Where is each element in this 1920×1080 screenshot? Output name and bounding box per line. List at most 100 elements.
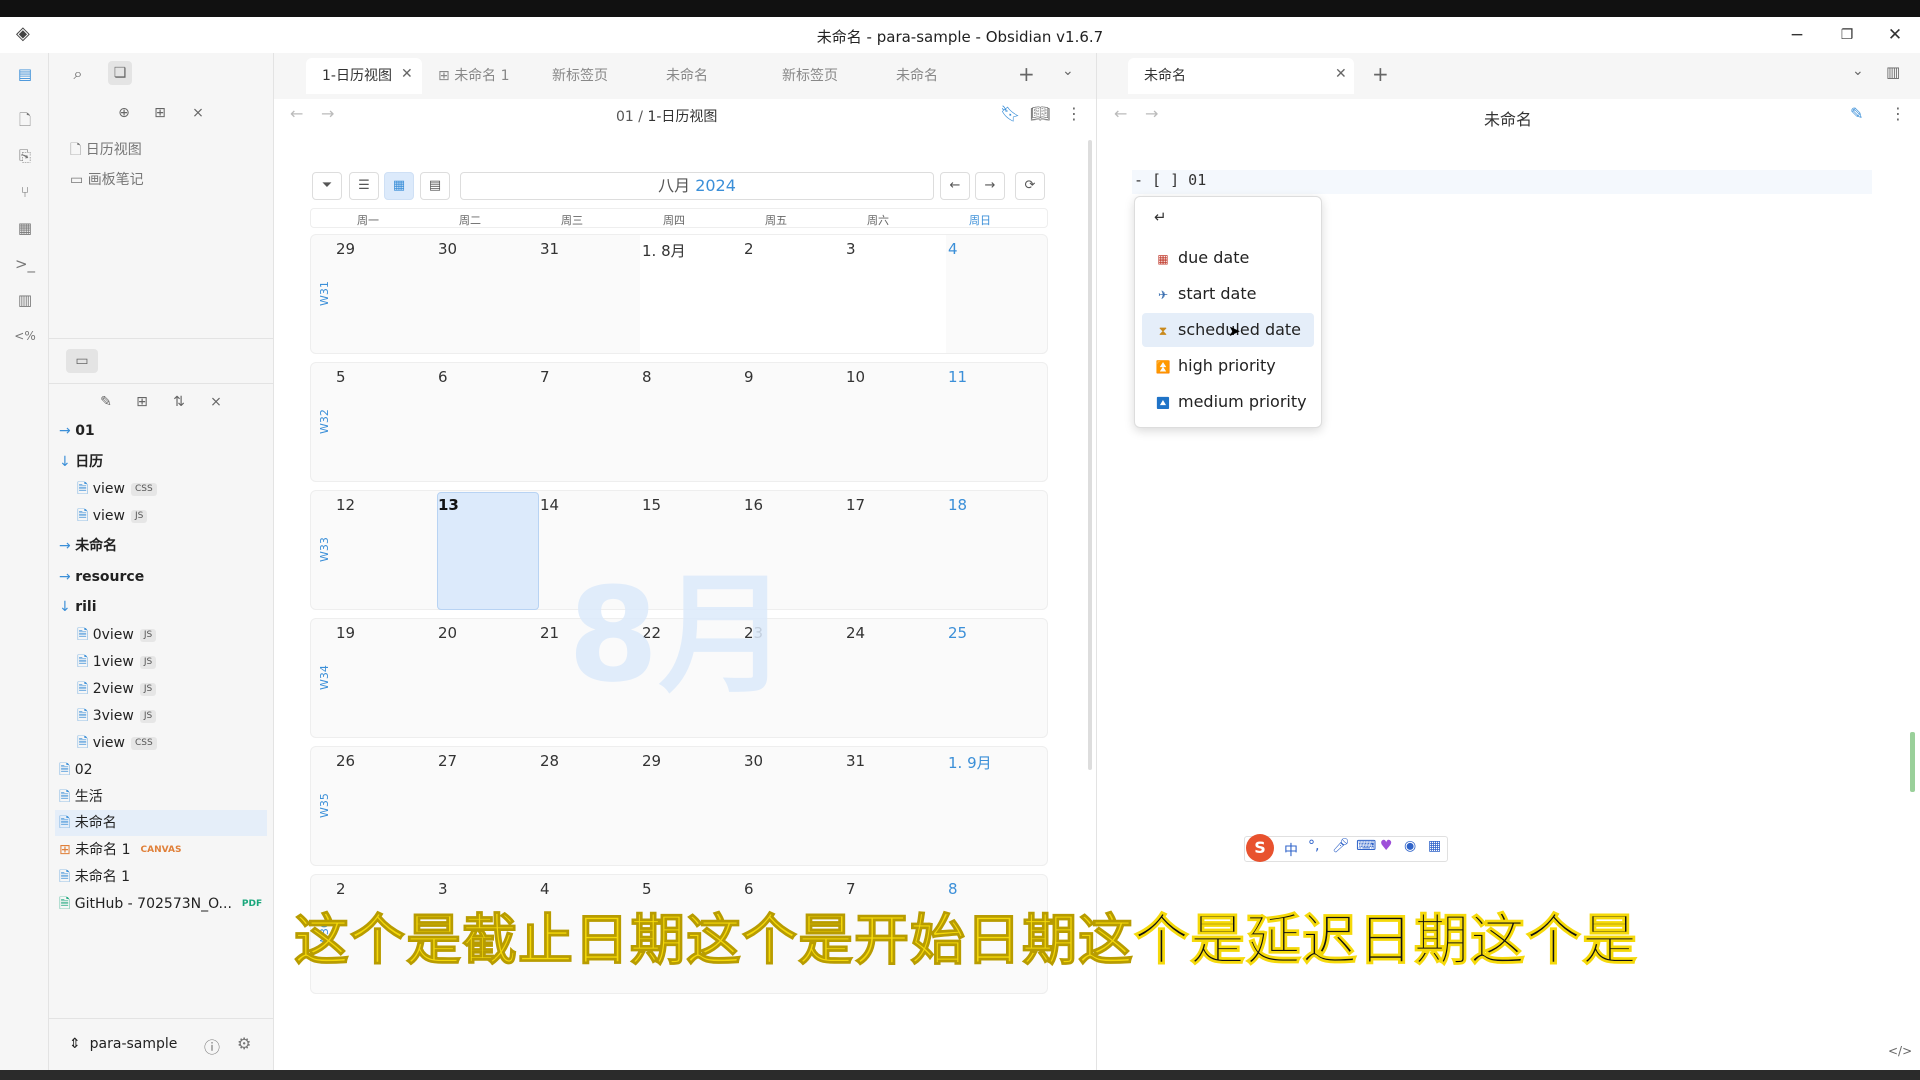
collapse-all-icon[interactable]: ⨯ [204,390,228,414]
tab-list-chevron-icon[interactable]: ⌄ [1852,63,1864,79]
suggest-item[interactable]: ✈ start date [1142,277,1314,311]
search-icon[interactable]: ⌕ [66,62,90,86]
more-options-icon[interactable]: ⋮ [1890,104,1906,123]
day-cell[interactable]: 24 [846,624,865,642]
day-cell[interactable]: 17 [846,496,865,514]
file-tree-item[interactable]: → resource [59,564,144,590]
day-cell[interactable]: 7 [540,368,550,386]
restore-button[interactable]: ❐ [1830,22,1864,48]
tab-2[interactable]: ⊞ 未命名 1 [422,58,536,94]
list-view-icon[interactable]: ☰ [349,172,379,200]
prev-month-arrow-icon[interactable]: ← [940,172,970,200]
day-cell[interactable]: 30 [438,240,457,258]
bookmark-icon[interactable]: 🔖︎ [1000,104,1020,123]
file-tree-item[interactable]: 🗎︎ view CSS [77,476,157,502]
forward-arrow-icon[interactable]: → [321,104,334,123]
file-tree-item[interactable]: 🗎︎ GitHub - 702573N_O... PDF [59,891,266,917]
new-folder-icon[interactable]: ⊞ [130,390,154,414]
suggest-item[interactable]: 🔼︎ medium priority [1142,385,1314,419]
forward-arrow-icon[interactable]: → [1145,104,1158,123]
suggest-item[interactable]: ⏫ high priority [1142,349,1314,383]
tab-4[interactable]: 未命名 [650,58,766,94]
edit-pencil-icon[interactable]: ✎ [1850,104,1863,123]
new-note-icon[interactable]: 🗋 [14,109,36,131]
day-cell[interactable]: 9 [744,368,754,386]
day-cell[interactable]: 19 [336,624,355,642]
breadcrumb-file[interactable]: 1-日历视图 [647,109,717,125]
day-cell[interactable]: 21 [540,624,559,642]
scrollbar[interactable] [1088,140,1092,770]
new-note-icon[interactable]: ✎ [94,390,118,414]
day-cell[interactable]: 15 [642,496,661,514]
week-view-icon[interactable]: ▤ [420,172,450,200]
help-icon[interactable]: ⓘ [204,1034,220,1058]
sogou-logo-icon[interactable]: S [1246,834,1274,862]
new-tab-plus-icon[interactable]: + [1018,62,1035,86]
file-tree-item[interactable]: 🗎︎ 3view JS [77,703,157,729]
day-cell[interactable]: 31 [540,240,559,258]
command-palette-icon[interactable]: >_ [14,253,36,275]
day-cell[interactable]: 8 [642,368,652,386]
day-cell[interactable]: 14 [540,496,559,514]
day-cell[interactable]: 20 [438,624,457,642]
vault-switcher[interactable]: ⇕ para-sample [69,1036,177,1052]
file-tree-item[interactable]: 🗎︎ 生活 [59,784,103,810]
breadcrumb-folder[interactable]: 01 [616,109,634,125]
new-bookmark-group-icon[interactable]: ⊞ [148,101,172,125]
tab-3[interactable]: 新标签页 [536,58,650,94]
file-tree-item[interactable]: 🗎︎ view CSS [77,730,157,756]
day-cell[interactable]: 11 [948,368,967,386]
day-cell[interactable]: 3 [846,240,856,258]
day-cell[interactable]: 16 [744,496,763,514]
day-cell[interactable]: 4 [948,240,958,258]
note-title[interactable]: 未命名 [1484,106,1532,130]
sidebar-toggle-icon[interactable]: ▤ [14,63,36,85]
tab-list-chevron-icon[interactable]: ⌄ [1062,63,1074,79]
file-tree-item[interactable]: 🗎︎ 0view JS [77,622,157,648]
source-code-icon[interactable]: </> [1888,1044,1912,1058]
day-cell[interactable]: 5 [336,368,346,386]
day-cell[interactable]: 10 [846,368,865,386]
day-cell[interactable]: 2 [744,240,754,258]
day-cell[interactable]: 1. 9月 [948,752,992,773]
day-cell[interactable]: 13 [438,496,459,514]
add-bookmark-icon[interactable]: ⊕ [112,101,136,125]
file-tree-item[interactable]: ↓ rili [59,594,97,620]
minimize-button[interactable]: − [1780,22,1814,48]
day-cell[interactable]: 27 [438,752,457,770]
next-month-arrow-icon[interactable]: → [975,172,1005,200]
file-tree-item[interactable]: ↓ 日历 [59,449,103,475]
templater-icon[interactable]: <% [14,325,36,347]
file-tree-item[interactable]: ⊞ 未命名 1 CANVAS [59,837,185,863]
settings-gear-icon[interactable]: ⚙ [237,1034,251,1053]
file-tree-item[interactable]: 🗎︎ view JS [77,503,148,529]
day-cell[interactable]: 25 [948,624,967,642]
suggest-item[interactable]: ▦ due date [1142,241,1314,275]
files-tab-icon[interactable]: ▭ [66,349,98,373]
ime-lang-toggle[interactable]: 中 [1284,840,1298,860]
bookmark-item[interactable]: ▭ 画板笔记 [70,169,144,189]
tab-right-active[interactable]: 未命名 [1128,58,1354,94]
day-cell[interactable]: 29 [642,752,661,770]
close-tab-icon[interactable]: ✕ [401,66,413,82]
ime-punct-icon[interactable]: °, [1308,838,1319,854]
day-cell[interactable]: 29 [336,240,355,258]
back-arrow-icon[interactable]: ← [290,104,303,123]
day-cell[interactable]: 18 [948,496,967,514]
file-tree-item[interactable]: 🗎︎ 未命名 1 [59,864,130,890]
day-cell[interactable]: 12 [336,496,355,514]
tab-5[interactable]: 新标签页 [766,58,880,94]
day-cell[interactable]: 28 [540,752,559,770]
ime-mic-icon[interactable]: 🎤︎ [1332,838,1350,854]
month-view-icon[interactable]: ▦ [384,172,414,200]
more-options-icon[interactable]: ⋮ [1066,104,1082,123]
ime-skin-icon[interactable]: ♥ [1380,838,1393,854]
bookmark-tab-icon[interactable]: ❏ [108,61,132,85]
right-sidebar-toggle-icon[interactable]: ▥ [1886,63,1900,81]
day-cell[interactable]: 26 [336,752,355,770]
month-year-label[interactable]: 八月 2024 [460,172,934,200]
close-tab-icon[interactable]: ✕ [1335,66,1347,82]
day-cell[interactable]: 30 [744,752,763,770]
canvas-icon[interactable]: ▦ [14,217,36,239]
file-tree-item[interactable]: 🗎︎ 未命名 [55,810,267,836]
